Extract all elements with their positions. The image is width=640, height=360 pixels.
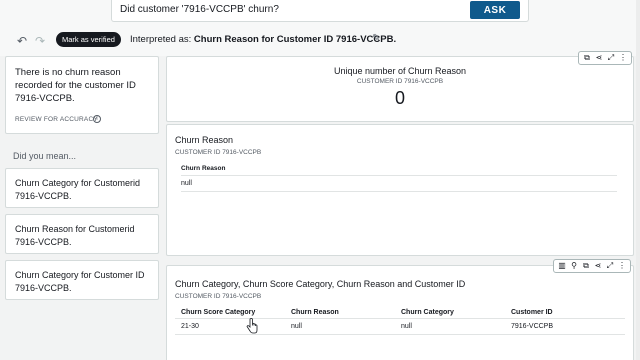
table-cell: null — [291, 323, 302, 330]
table-column-header[interactable]: Churn Reason — [181, 165, 225, 172]
pin-icon[interactable]: ⚲ — [569, 259, 579, 273]
hand-cursor-icon — [246, 318, 258, 334]
kpi-title: Unique number of Churn Reason — [333, 66, 467, 76]
expand-icon[interactable]: ⤢ — [605, 259, 615, 273]
table-column-header[interactable]: Churn Reason — [291, 309, 339, 316]
review-for-accuracy-link[interactable]: REVIEW FOR ACCURACY — [15, 116, 98, 123]
divider — [181, 191, 617, 192]
table-subtitle: CUSTOMER ID 7916-VCCPB — [175, 293, 262, 300]
table-cell: 7916-VCCPB — [511, 323, 554, 330]
answer-text: There is no churn reason recorded for th… — [15, 67, 136, 104]
visual-actions-bar: ⧉ ⋖ ⤢ ⋮ — [578, 51, 632, 65]
churn-reason-table-card: Churn Reason CUSTOMER ID 7916-VCCPB Chur… — [166, 124, 634, 256]
kpi-value: 0 — [394, 88, 405, 108]
expand-icon[interactable]: ⤢ — [606, 51, 616, 65]
share-icon[interactable]: ⋖ — [593, 259, 603, 273]
info-icon[interactable]: i — [93, 115, 101, 123]
more-icon[interactable]: ⋮ — [617, 259, 627, 273]
interpreted-value: Churn Reason for Customer ID 7916-VCCPB. — [193, 34, 397, 45]
share-external-icon[interactable]: ⧉ — [581, 259, 591, 273]
chart-icon[interactable]: ▥ — [557, 259, 567, 273]
ask-button[interactable]: ASK — [470, 1, 520, 19]
divider — [181, 175, 617, 176]
table-title: Churn Reason — [175, 135, 234, 145]
kpi-subtitle: CUSTOMER ID 7916-VCCPB — [356, 78, 444, 85]
detail-table-card: Churn Category, Churn Score Category, Ch… — [166, 265, 634, 360]
answer-card: There is no churn reason recorded for th… — [5, 56, 159, 134]
divider — [175, 334, 625, 335]
suggestion-item[interactable]: Churn Category for Customer ID 7916-VCCP… — [5, 260, 159, 300]
mark-as-verified-button[interactable]: Mark as verified — [56, 32, 121, 47]
scrollbar-track[interactable] — [636, 0, 640, 360]
interpreted-prefix: Interpreted as: — [130, 34, 192, 45]
table-cell: null — [181, 180, 192, 187]
suggestion-item[interactable]: Churn Category for Customerid 7916-VCCPB… — [5, 168, 159, 208]
divider — [175, 318, 625, 319]
suggestion-item[interactable]: Churn Reason for Customerid 7916-VCCPB. — [5, 214, 159, 254]
suggestion-label: Churn Reason for Customerid 7916-VCCPB. — [15, 224, 135, 247]
more-icon[interactable]: ⋮ — [618, 51, 628, 65]
table-cell: null — [401, 323, 412, 330]
undo-icon[interactable]: ↶ — [17, 34, 27, 48]
suggestion-label: Churn Category for Customerid 7916-VCCPB… — [15, 178, 141, 201]
query-text[interactable]: Did customer '7916-VCCPB' churn? — [120, 4, 279, 15]
table-column-header[interactable]: Churn Category — [401, 309, 454, 316]
redo-icon[interactable]: ↷ — [35, 34, 45, 48]
suggestion-label: Churn Category for Customer ID 7916-VCCP… — [15, 270, 145, 293]
table-title: Churn Category, Churn Score Category, Ch… — [175, 279, 466, 289]
table-column-header[interactable]: Customer ID — [511, 309, 553, 316]
query-input[interactable]: Did customer '7916-VCCPB' churn? ASK — [111, 0, 529, 22]
share-icon[interactable]: ⋖ — [594, 51, 604, 65]
kpi-card: Unique number of Churn Reason CUSTOMER I… — [166, 56, 634, 122]
top-bar: Did customer '7916-VCCPB' churn? ASK ↶ ↷… — [0, 0, 640, 56]
table-column-header[interactable]: Churn Score Category — [181, 309, 255, 316]
edit-pencil-icon[interactable]: ✎ — [372, 33, 380, 44]
interpretation: Interpreted as: Churn Reason for Custome… — [130, 34, 396, 45]
did-you-mean-heading: Did you mean... — [13, 151, 77, 161]
table-subtitle: CUSTOMER ID 7916-VCCPB — [175, 149, 262, 156]
visual-actions-bar: ▥ ⚲ ⧉ ⋖ ⤢ ⋮ — [553, 259, 631, 273]
table-cell: 21-30 — [181, 323, 199, 330]
share-external-icon[interactable]: ⧉ — [582, 51, 592, 65]
